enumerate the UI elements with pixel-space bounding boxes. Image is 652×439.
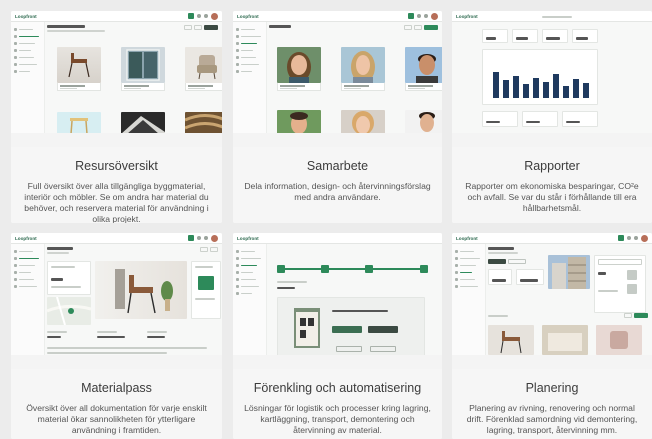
card-description: Full översikt över alla tillgängliga byg… bbox=[24, 181, 209, 223]
card-title: Materialpass bbox=[81, 381, 152, 395]
chair-image bbox=[57, 47, 101, 83]
user-photo bbox=[341, 47, 385, 83]
card-description: Planering av rivning, renovering och nor… bbox=[466, 403, 638, 435]
sidebar bbox=[452, 244, 486, 355]
card-body: Förenkling och automatisering Lösningar … bbox=[233, 369, 442, 439]
building-image bbox=[548, 255, 590, 289]
user-photo bbox=[405, 110, 442, 133]
add-icon bbox=[188, 13, 194, 19]
app-topbar: Loopfront bbox=[11, 233, 222, 244]
card-title: Resursöversikt bbox=[75, 159, 158, 173]
app-topbar: Loopfront bbox=[233, 233, 442, 244]
card-description: Lösningar för logistik och processer kri… bbox=[244, 403, 431, 435]
add-icon bbox=[188, 235, 194, 241]
window-image bbox=[121, 47, 165, 83]
notification-icon bbox=[417, 14, 421, 18]
user-photo bbox=[277, 47, 321, 83]
map bbox=[47, 297, 91, 325]
app-topbar: Loopfront bbox=[452, 233, 652, 244]
app-topbar: Loopfront bbox=[233, 11, 442, 22]
app-topbar: Loopfront bbox=[452, 11, 652, 22]
notification-icon bbox=[627, 236, 631, 240]
card-description: Översikt över all dokumentation för varj… bbox=[26, 403, 207, 435]
notification-icon bbox=[197, 236, 201, 240]
sidebar bbox=[233, 22, 267, 133]
main-area bbox=[47, 25, 222, 133]
sidebar bbox=[233, 244, 267, 355]
card-body: Materialpass Översikt över all dokumenta… bbox=[11, 369, 222, 439]
main-area bbox=[269, 25, 442, 133]
user-photo bbox=[405, 47, 442, 83]
add-icon bbox=[618, 235, 624, 241]
screenshot-collaboration: Loopfront bbox=[233, 11, 442, 133]
settings-icon bbox=[424, 14, 428, 18]
avatar bbox=[641, 234, 648, 242]
bar-chart bbox=[482, 49, 598, 105]
screenshot-automation: Loopfront bbox=[233, 233, 442, 355]
main-area bbox=[482, 29, 642, 133]
logo: Loopfront bbox=[237, 13, 259, 19]
add-icon bbox=[408, 13, 414, 19]
dialog bbox=[277, 297, 425, 355]
feature-card-planning: Loopfront Planering Planering av rivning… bbox=[452, 233, 652, 439]
logo: Loopfront bbox=[15, 235, 37, 241]
screenshot-material-passport: Loopfront bbox=[11, 233, 222, 355]
settings-icon bbox=[634, 236, 638, 240]
card-body: Resursöversikt Full översikt över alla t… bbox=[11, 147, 222, 223]
sidebar bbox=[11, 22, 45, 133]
roof-image bbox=[121, 112, 165, 133]
card-body: Samarbete Dela information, design- och … bbox=[233, 147, 442, 223]
feature-card-automation: Loopfront Förenkling och automatisering … bbox=[233, 233, 442, 439]
card-description: Rapporter om ekonomiska besparingar, CO²… bbox=[465, 181, 639, 213]
card-title: Planering bbox=[525, 381, 579, 395]
avatar bbox=[211, 12, 218, 20]
card-body: Planering Planering av rivning, renoveri… bbox=[452, 369, 652, 439]
sidebar bbox=[11, 244, 45, 355]
screenshot-resource-overview: Loopfront bbox=[11, 11, 222, 133]
card-description: Dela information, design- och återvinnin… bbox=[244, 181, 431, 202]
notification-icon bbox=[197, 14, 201, 18]
logo: Loopfront bbox=[456, 235, 478, 241]
chair-image bbox=[95, 261, 187, 319]
logo: Loopfront bbox=[456, 13, 478, 19]
logo: Loopfront bbox=[15, 13, 37, 19]
feature-card-reports: Loopfront Rapporter Rapporter om ekonomi… bbox=[452, 11, 652, 223]
feature-card-material-passport: Loopfront Materialpass Översikt över all… bbox=[11, 233, 222, 439]
main-area bbox=[488, 247, 648, 355]
main-area bbox=[269, 247, 438, 355]
stool-image bbox=[57, 112, 101, 133]
card-title: Samarbete bbox=[306, 159, 369, 173]
armchair-image bbox=[596, 325, 642, 355]
armchair-image bbox=[185, 47, 222, 83]
tile-image bbox=[542, 325, 588, 355]
app-topbar: Loopfront bbox=[11, 11, 222, 22]
user-photo bbox=[277, 110, 321, 133]
settings-icon bbox=[204, 236, 208, 240]
chair-image bbox=[488, 325, 534, 355]
stepper bbox=[277, 265, 428, 273]
card-title: Rapporter bbox=[524, 159, 580, 173]
screenshot-reports: Loopfront bbox=[452, 11, 652, 133]
feature-card-collaboration: Loopfront Samarbete Dela information, de… bbox=[233, 11, 442, 223]
feature-card-resource-overview: Loopfront Resursöversikt Full översikt ö… bbox=[11, 11, 222, 223]
card-body: Rapporter Rapporter om ekonomiska bespar… bbox=[452, 147, 652, 223]
avatar bbox=[431, 12, 438, 20]
main-area bbox=[47, 247, 221, 355]
avatar bbox=[211, 234, 218, 242]
settings-icon bbox=[204, 14, 208, 18]
user-photo bbox=[341, 110, 385, 133]
card-title: Förenkling och automatisering bbox=[253, 381, 422, 395]
logo: Loopfront bbox=[237, 235, 259, 241]
screenshot-planning: Loopfront bbox=[452, 233, 652, 355]
wood-image bbox=[185, 112, 222, 133]
